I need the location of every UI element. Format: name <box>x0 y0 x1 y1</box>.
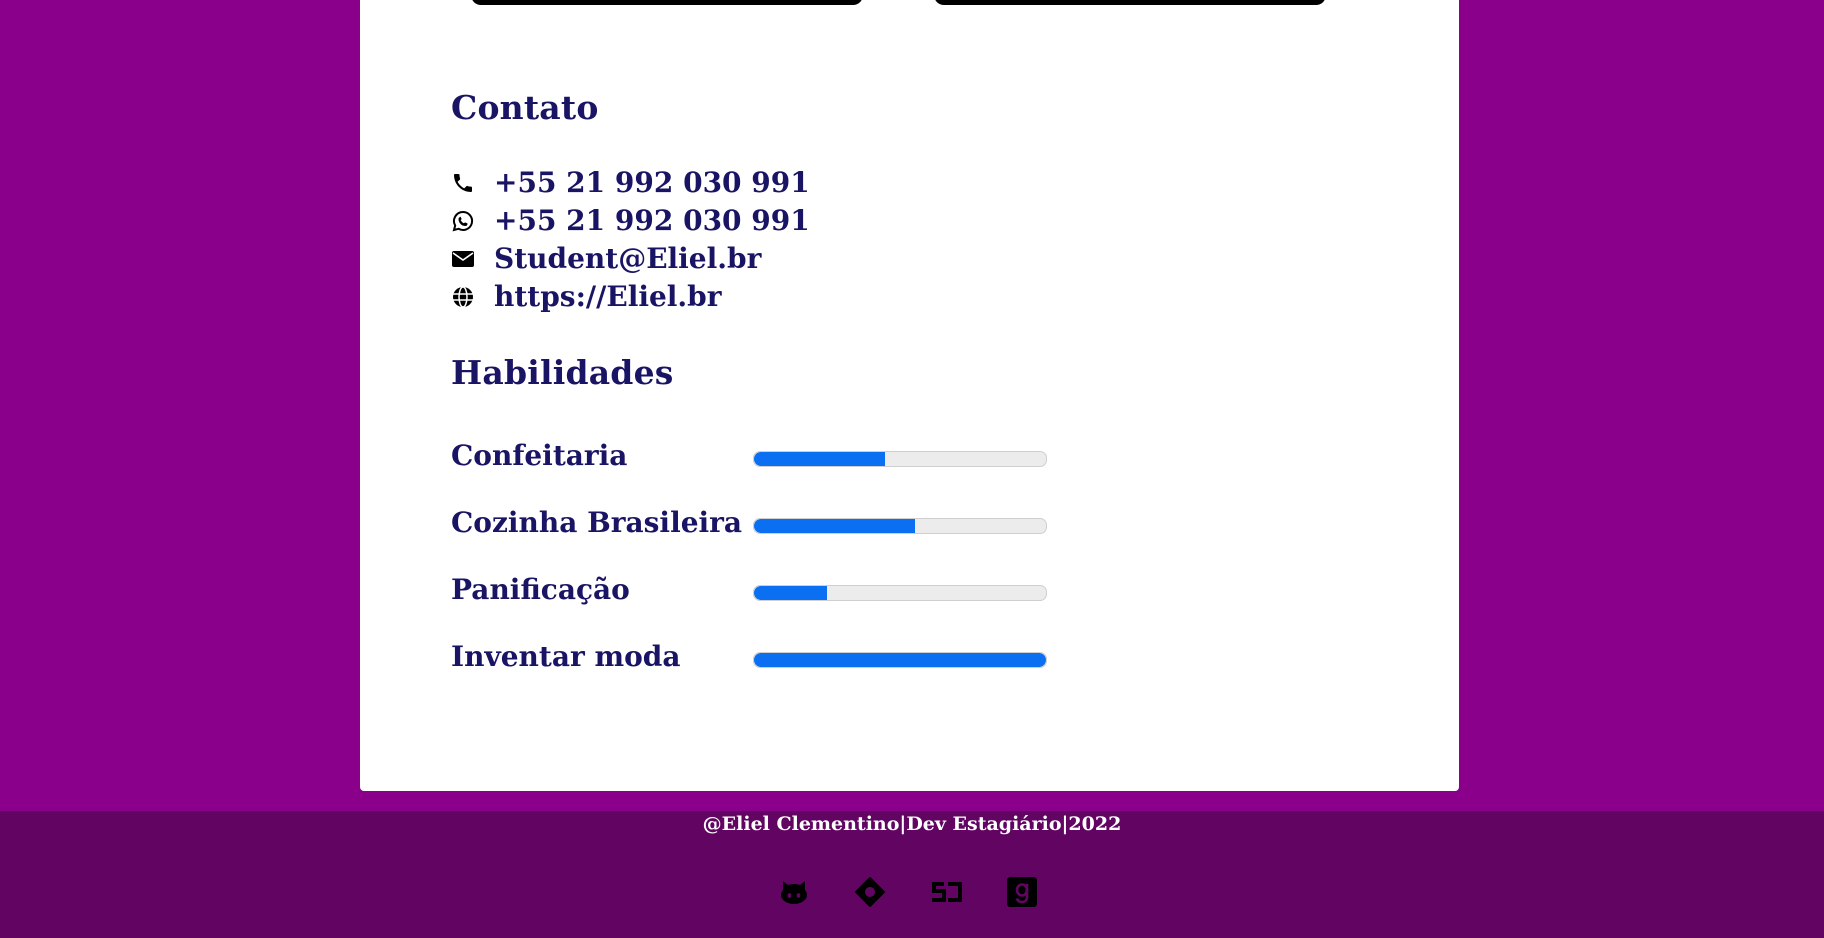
contact-title: Contato <box>451 88 599 127</box>
skill-progress-fill <box>754 585 827 600</box>
footer-credits: @Eliel Clementino|Dev Estagiário|2022 <box>702 813 1122 835</box>
contact-list: +55 21 992 030 991 +55 21 992 030 991 St… <box>451 164 810 316</box>
sj-link[interactable] <box>928 876 964 912</box>
skill-progress-bar <box>753 584 1047 601</box>
globe-icon <box>451 284 477 310</box>
contact-phone-link[interactable]: +55 21 992 030 991 <box>494 164 810 202</box>
skill-progress-fill <box>754 518 915 533</box>
github-link[interactable] <box>776 876 812 912</box>
contact-item-email: Student@Eliel.br <box>451 240 810 278</box>
contact-item-whatsapp: +55 21 992 030 991 <box>451 202 810 240</box>
skill-progress-fill <box>754 652 1046 667</box>
codepen-icon <box>854 876 886 912</box>
contact-email-link[interactable]: Student@Eliel.br <box>494 240 761 278</box>
contact-website-link[interactable]: https://Eliel.br <box>494 278 722 316</box>
top-tab-right <box>934 0 1326 5</box>
skill-progress-fill <box>754 451 886 466</box>
skills-list: Confeitaria Cozinha Brasileira Panificaç… <box>451 427 1047 695</box>
sj-icon <box>930 880 962 908</box>
contact-item-website: https://Eliel.br <box>451 278 810 316</box>
skill-name: Cozinha Brasileira <box>451 506 743 539</box>
envelope-icon <box>451 246 477 272</box>
skill-progress-bar <box>753 517 1047 534</box>
phone-icon <box>451 170 477 196</box>
page: Contato +55 21 992 030 991 +55 21 992 03… <box>0 0 1824 938</box>
contact-whatsapp-link[interactable]: +55 21 992 030 991 <box>494 202 810 240</box>
top-tab-left <box>471 0 863 5</box>
social-links <box>776 876 1040 912</box>
skill-row: Panificação <box>451 561 1047 628</box>
resume-card: Contato +55 21 992 030 991 +55 21 992 03… <box>360 0 1459 791</box>
skill-row: Inventar moda <box>451 628 1047 695</box>
github-icon <box>778 878 810 910</box>
codepen-link[interactable] <box>852 876 888 912</box>
skill-row: Cozinha Brasileira <box>451 494 1047 561</box>
skill-name: Confeitaria <box>451 439 628 472</box>
goodreads-icon <box>1007 877 1037 911</box>
skills-title: Habilidades <box>451 353 674 392</box>
skill-progress-bar <box>753 651 1047 668</box>
skill-row: Confeitaria <box>451 427 1047 494</box>
skill-name: Panificação <box>451 573 630 606</box>
whatsapp-icon <box>451 208 477 234</box>
skill-progress-bar <box>753 450 1047 467</box>
skill-name: Inventar moda <box>451 640 681 673</box>
goodreads-link[interactable] <box>1004 876 1040 912</box>
contact-item-phone: +55 21 992 030 991 <box>451 164 810 202</box>
